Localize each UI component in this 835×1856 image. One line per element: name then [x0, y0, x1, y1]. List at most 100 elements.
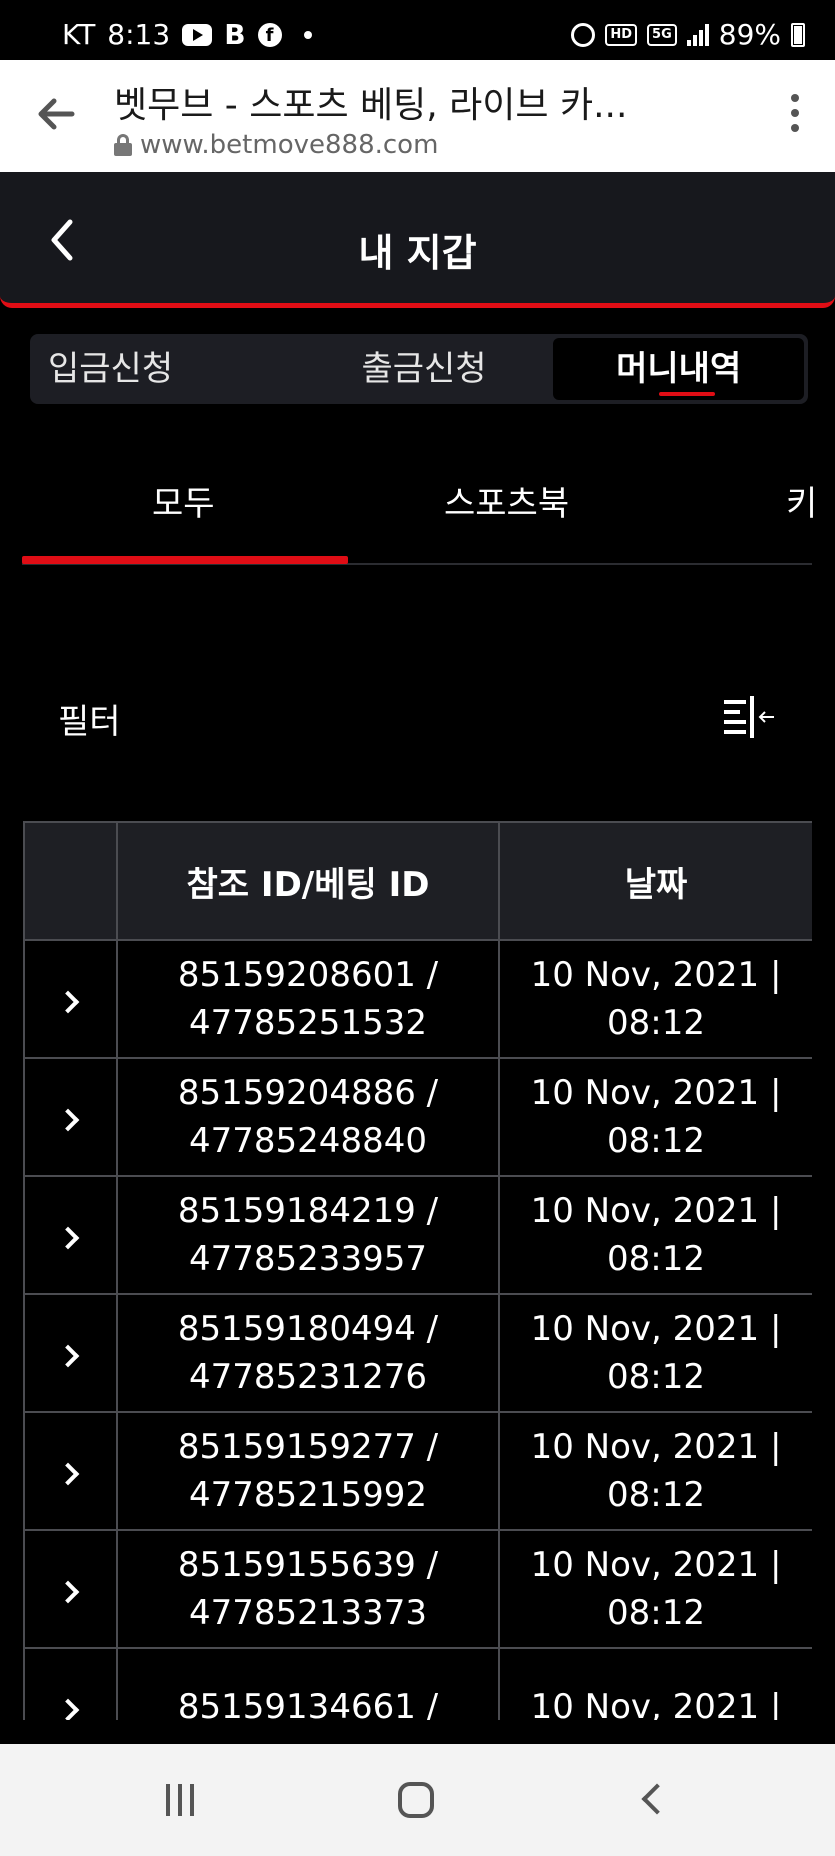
battery-percent: 89%: [718, 18, 781, 51]
table-row[interactable]: 85159159277 / 47785215992 10 Nov, 2021 | 0…: [23, 1411, 812, 1531]
status-bar: KT 8:13 B f HD 5G 89%: [0, 0, 835, 60]
date-cell: 10 Nov, 2021 |: [498, 1647, 812, 1720]
chevron-right-icon: [56, 1580, 79, 1604]
youtube-icon: [182, 23, 213, 46]
time: 08:12: [607, 1239, 705, 1279]
table-row[interactable]: 85159155639 / 47785213373 10 Nov, 2021 | 0…: [23, 1529, 812, 1649]
page-title: 내 지갑: [358, 231, 477, 275]
bet-id: 47785251532: [189, 1003, 427, 1043]
time: 08:12: [607, 1357, 705, 1397]
tab-deposit[interactable]: 입금신청: [30, 334, 299, 404]
chevron-right-icon: [56, 990, 79, 1014]
recent-apps-icon[interactable]: [166, 1784, 194, 1816]
bet-id: 47785215992: [189, 1475, 427, 1515]
ref-id: 85159184219 /: [177, 1191, 439, 1231]
bet-id: 47785248840: [189, 1121, 427, 1161]
ref-cell: 85159134661 /: [116, 1647, 500, 1720]
bet-id: 47785233957: [189, 1239, 427, 1279]
transaction-table: 참조 ID/베팅 ID 날짜 85159208601 / 47785251532 …: [23, 821, 812, 1720]
ref-cell: 85159155639 / 47785213373: [116, 1529, 500, 1649]
expand-row-button[interactable]: [23, 1647, 118, 1720]
table-row[interactable]: 85159180494 / 47785231276 10 Nov, 2021 | 0…: [23, 1293, 812, 1413]
category-tabs: 모두 스포츠북 키: [22, 456, 817, 566]
date: 10 Nov, 2021 |: [530, 1687, 782, 1720]
5g-badge: 5G: [647, 23, 677, 46]
subtab-sportsbook[interactable]: 스포츠북: [444, 476, 569, 525]
dot-icon: [303, 30, 312, 39]
date-cell: 10 Nov, 2021 | 08:12: [498, 1529, 812, 1649]
bet-id: 47785213373: [189, 1593, 427, 1633]
ref-cell: 85159180494 / 47785231276: [116, 1293, 500, 1413]
date: 10 Nov, 2021 |: [530, 1545, 782, 1585]
ref-id: 85159204886 /: [177, 1073, 439, 1113]
active-subtab-indicator: [22, 556, 348, 564]
clock: 8:13: [107, 18, 171, 51]
ref-cell: 85159204886 / 47785248840: [116, 1057, 500, 1177]
ref-cell: 85159159277 / 47785215992: [116, 1411, 500, 1531]
ref-id: 85159180494 /: [177, 1309, 439, 1349]
table-row[interactable]: 85159208601 / 47785251532 10 Nov, 2021 | 0…: [23, 939, 812, 1059]
page-header: 내 지갑: [0, 172, 835, 308]
time: 08:12: [607, 1121, 705, 1161]
hd-badge: HD: [605, 23, 638, 46]
filter-collapse-icon[interactable]: [722, 694, 776, 740]
browser-page-title: 벳무브 - 스포츠 베팅, 라이브 카...: [114, 85, 628, 126]
chevron-right-icon: [56, 1226, 79, 1250]
system-back-icon[interactable]: [641, 1783, 673, 1815]
time: 08:12: [607, 1475, 705, 1515]
bet-id: 47785231276: [189, 1357, 427, 1397]
table-row[interactable]: 85159134661 / 10 Nov, 2021 |: [23, 1647, 812, 1720]
date-cell: 10 Nov, 2021 | 08:12: [498, 1293, 812, 1413]
date: 10 Nov, 2021 |: [530, 1073, 782, 1113]
date-cell: 10 Nov, 2021 | 08:12: [498, 1411, 812, 1531]
ref-id: 85159134661 /: [177, 1687, 439, 1720]
browser-address-bar: 벳무브 - 스포츠 베팅, 라이브 카... www.betmove888.co…: [0, 60, 835, 172]
expand-row-button[interactable]: [23, 1293, 118, 1413]
tab-withdraw[interactable]: 출금신청: [299, 334, 550, 404]
b-icon: B: [224, 18, 246, 51]
time: 08:12: [607, 1003, 705, 1043]
date-cell: 10 Nov, 2021 | 08:12: [498, 1175, 812, 1295]
date: 10 Nov, 2021 |: [530, 955, 782, 995]
table-row[interactable]: 85159204886 / 47785248840 10 Nov, 2021 | 0…: [23, 1057, 812, 1177]
date: 10 Nov, 2021 |: [530, 1309, 782, 1349]
ref-cell: 85159208601 / 47785251532: [116, 939, 500, 1059]
table-row[interactable]: 85159184219 / 47785233957 10 Nov, 2021 | 0…: [23, 1175, 812, 1295]
header-date: 날짜: [498, 821, 812, 941]
facebook-icon: f: [257, 22, 282, 47]
expand-row-button[interactable]: [23, 939, 118, 1059]
subtab-casino[interactable]: 키: [786, 476, 817, 525]
chevron-right-icon: [56, 1108, 79, 1132]
carrier-label: KT: [62, 18, 96, 51]
alarm-icon: [571, 22, 596, 47]
time: 08:12: [607, 1593, 705, 1633]
chevron-right-icon: [56, 1344, 79, 1368]
expand-row-button[interactable]: [23, 1411, 118, 1531]
ref-id: 85159208601 /: [177, 955, 439, 995]
header-expand: [23, 821, 118, 941]
table-header-row: 참조 ID/베팅 ID 날짜: [23, 821, 812, 941]
tab-money-history[interactable]: 머니내역: [553, 338, 805, 400]
signal-icon: [686, 23, 709, 46]
date-cell: 10 Nov, 2021 | 08:12: [498, 1057, 812, 1177]
chevron-right-icon: [56, 1462, 79, 1486]
more-options-icon[interactable]: [791, 94, 799, 132]
ref-cell: 85159184219 / 47785233957: [116, 1175, 500, 1295]
expand-row-button[interactable]: [23, 1529, 118, 1649]
url-text[interactable]: www.betmove888.com: [140, 130, 438, 160]
back-arrow-icon[interactable]: [32, 90, 80, 138]
wallet-segmented-tabs: 입금신청 출금신청 머니내역: [30, 334, 808, 404]
lock-icon: [114, 134, 132, 156]
date-cell: 10 Nov, 2021 | 08:12: [498, 939, 812, 1059]
battery-icon: [791, 22, 805, 47]
home-icon[interactable]: [398, 1782, 434, 1818]
expand-row-button[interactable]: [23, 1175, 118, 1295]
filter-label[interactable]: 필터: [58, 694, 121, 743]
expand-row-button[interactable]: [23, 1057, 118, 1177]
tab-money-history-label: 머니내역: [616, 349, 742, 389]
ref-id: 85159155639 /: [177, 1545, 439, 1585]
header-ref-id: 참조 ID/베팅 ID: [116, 821, 500, 941]
system-navigation-bar: [0, 1744, 835, 1856]
chevron-right-icon: [56, 1698, 79, 1720]
subtab-all[interactable]: 모두: [152, 476, 215, 525]
